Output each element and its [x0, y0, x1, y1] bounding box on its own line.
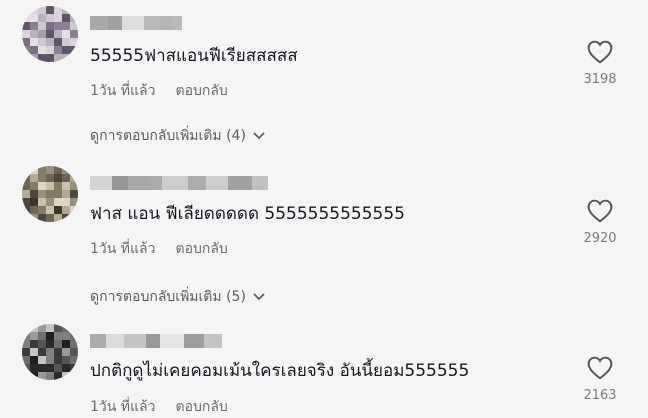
chevron-down-icon — [253, 132, 265, 140]
avatar[interactable] — [22, 6, 78, 62]
like-area: 3198 — [576, 40, 624, 87]
comment-meta: 1วัน ที่แล้ว ตอบกลับ — [90, 80, 228, 102]
comment-item: ฟาส แอน ฟีเลียดดดดด 5555555555555 1วัน ท… — [0, 160, 648, 310]
avatar[interactable] — [22, 166, 78, 222]
heart-icon[interactable] — [587, 199, 613, 223]
comment-text: ปกติกูดูไม่เคยคอมเม้นใครเลยจริง อันนี้ยอ… — [90, 361, 470, 381]
username-blurred[interactable] — [90, 176, 268, 190]
heart-icon[interactable] — [587, 40, 613, 64]
comment-meta: 1วัน ที่แล้ว ตอบกลับ — [90, 238, 228, 260]
like-area: 2920 — [576, 199, 624, 246]
heart-icon[interactable] — [587, 356, 613, 380]
like-count: 2920 — [583, 231, 617, 246]
view-more-replies[interactable]: ดูการตอบกลับเพิ่มเติม (4) — [90, 125, 266, 147]
comment-text: 55555ฟาสแอนฟีเรียสสสสส — [90, 46, 298, 66]
like-count: 3198 — [583, 72, 617, 87]
timestamp: 1วัน ที่แล้ว — [90, 241, 156, 257]
like-area: 2163 — [576, 356, 624, 403]
username-blurred[interactable] — [90, 334, 222, 348]
reply-button[interactable]: ตอบกลับ — [175, 238, 227, 260]
timestamp: 1วัน ที่แล้ว — [90, 83, 156, 99]
reply-button[interactable]: ตอบกลับ — [175, 80, 227, 102]
view-more-replies-label: ดูการตอบกลับเพิ่มเติม (4) — [90, 128, 246, 144]
chevron-down-icon — [253, 293, 265, 301]
comment-text: ฟาส แอน ฟีเลียดดดดด 5555555555555 — [90, 204, 405, 224]
comment-item: 55555ฟาสแอนฟีเรียสสสสส 1วัน ที่แล้ว ตอบก… — [0, 0, 648, 144]
view-more-replies-label: ดูการตอบกลับเพิ่มเติม (5) — [90, 289, 246, 305]
like-count: 2163 — [583, 388, 617, 403]
avatar[interactable] — [22, 324, 78, 380]
view-more-replies[interactable]: ดูการตอบกลับเพิ่มเติม (5) — [90, 286, 266, 308]
username-blurred[interactable] — [90, 16, 182, 30]
comment-item: ปกติกูดูไม่เคยคอมเม้นใครเลยจริง อันนี้ยอ… — [0, 320, 648, 415]
